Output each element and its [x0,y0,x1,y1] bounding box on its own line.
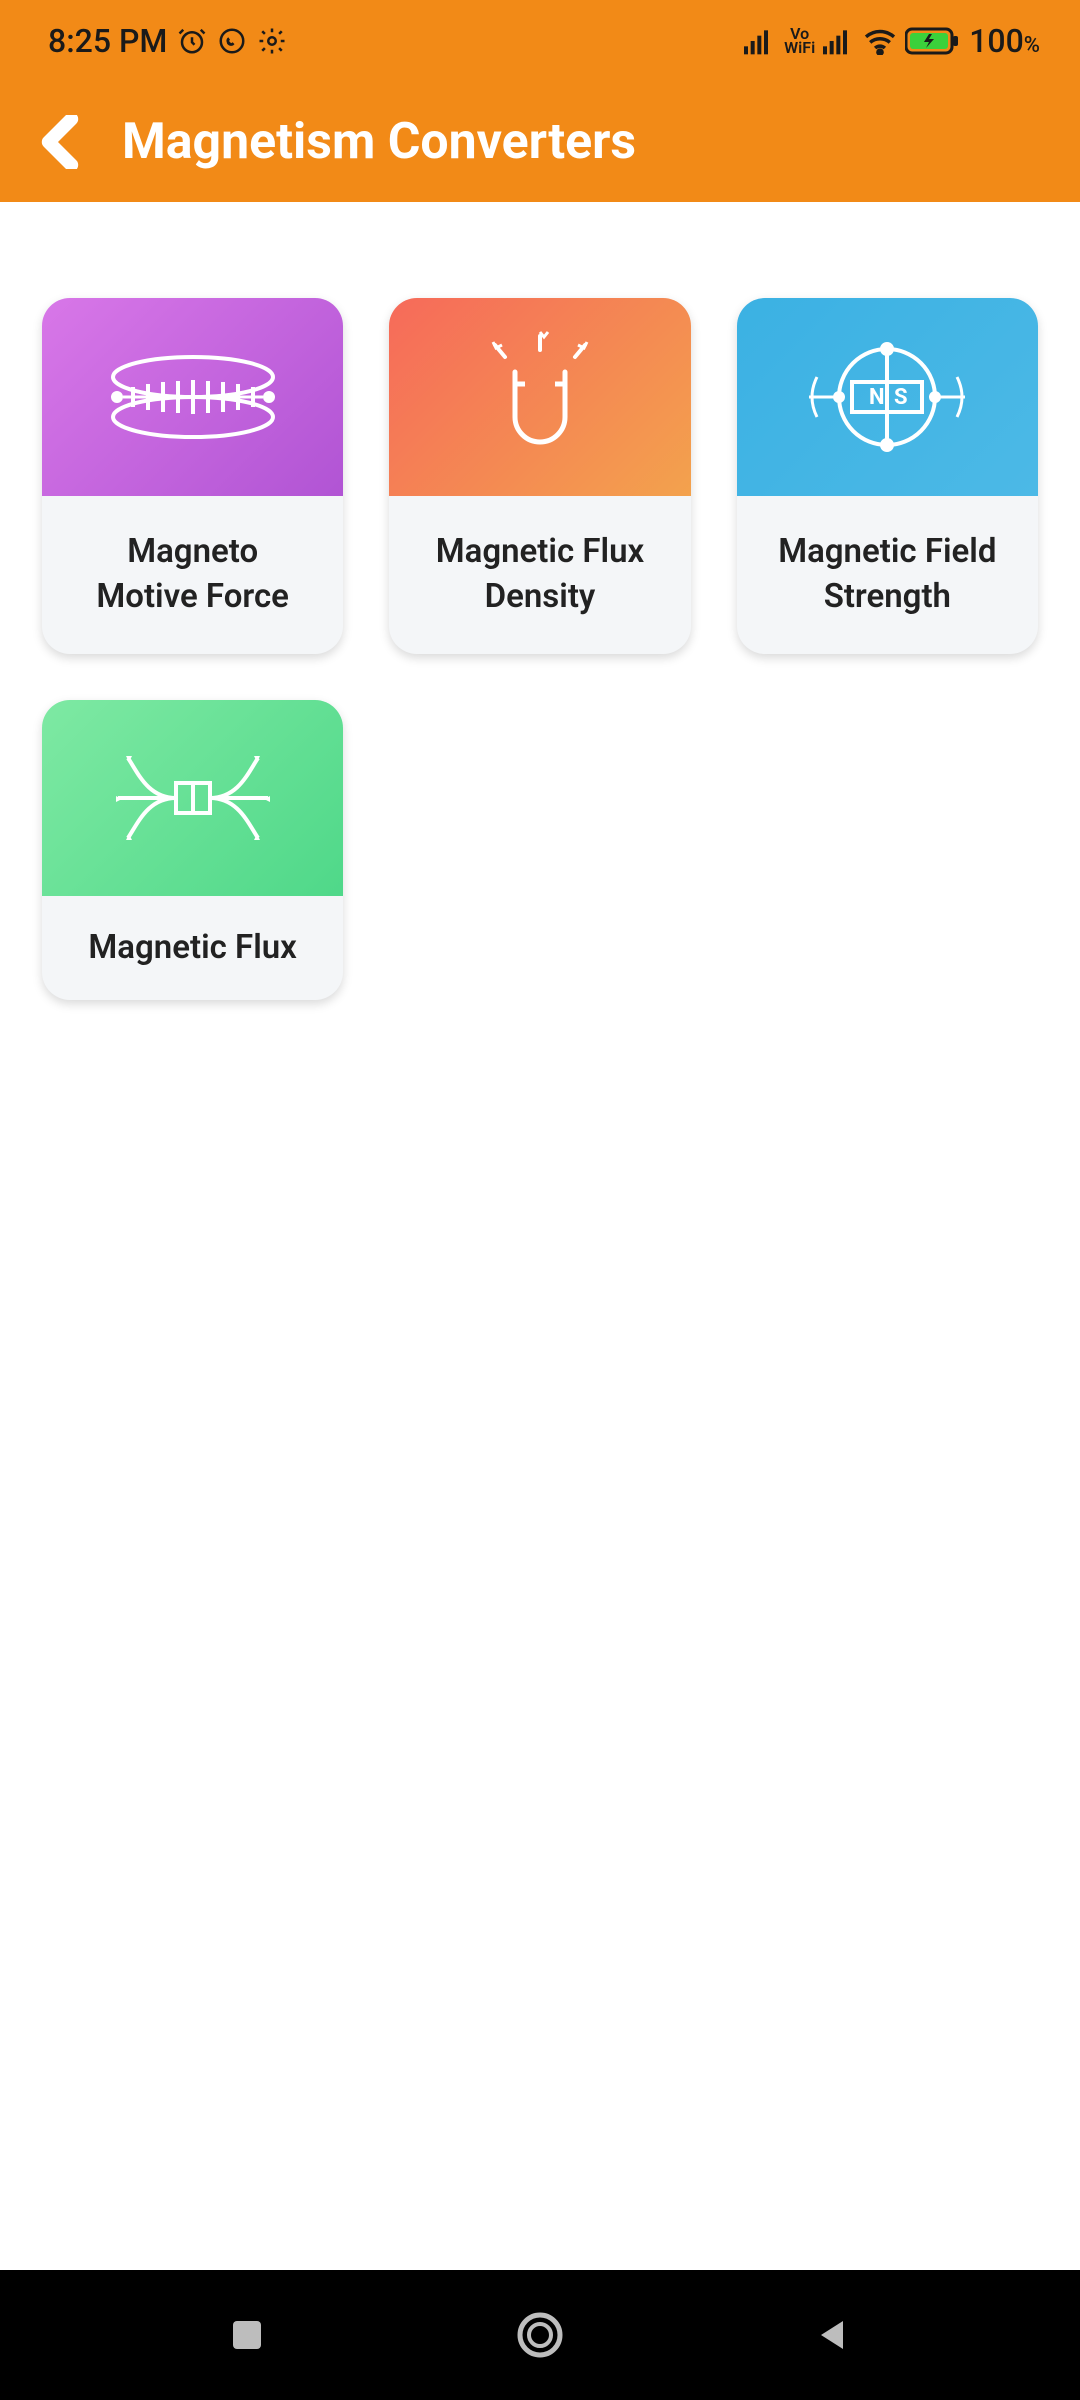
nav-home-button[interactable] [505,2300,575,2370]
card-top [389,298,690,496]
card-magnetic-field-strength[interactable]: N S Magnetic Field Strength [737,298,1038,654]
nav-back-button[interactable] [798,2300,868,2370]
card-label: Magnetic Flux [42,896,343,1000]
status-right: Vo WiFi 100% [744,22,1040,60]
wifi-icon [863,27,897,55]
square-icon [227,2315,267,2355]
battery-suffix: % [1024,33,1040,58]
card-top [42,298,343,496]
flux-lines-icon [98,728,288,868]
card-label: Magnetic Flux Density [389,496,690,654]
card-magnetic-flux-density[interactable]: Magnetic Flux Density [389,298,690,654]
card-grid: Magneto Motive Force Magnetic Flux Densi… [42,298,1038,1000]
system-nav-bar [0,2270,1080,2400]
magnet-icon [465,322,615,472]
card-magneto-motive-force[interactable]: Magneto Motive Force [42,298,343,654]
status-bar: 8:25 PM Vo WiFi [0,0,1080,82]
svg-text:N: N [869,385,885,410]
back-button[interactable] [30,112,90,172]
battery-icon [905,26,961,56]
svg-text:S: S [894,385,908,410]
whatsapp-icon [217,26,247,56]
alarm-icon [177,26,207,56]
nav-recent-button[interactable] [212,2300,282,2370]
content-area: Magneto Motive Force Magnetic Flux Densi… [0,202,1080,2400]
chevron-left-icon [37,115,83,169]
coil-icon [93,332,293,462]
triangle-left-icon [813,2315,853,2355]
battery-value: 100 [969,22,1024,60]
wifi-label: WiFi [784,41,815,55]
battery-percent: 100% [969,22,1040,60]
signal-icon [744,27,776,55]
gear-icon [257,26,287,56]
vowifi-icon: Vo WiFi [784,27,815,56]
card-label: Magnetic Field Strength [737,496,1038,654]
app-bar: Magnetism Converters [0,82,1080,202]
card-top [42,700,343,896]
card-label: Magneto Motive Force [42,496,343,654]
circle-icon [514,2309,566,2361]
card-top: N S [737,298,1038,496]
page-title: Magnetism Converters [122,113,636,171]
status-time: 8:25 PM [48,22,167,60]
status-left: 8:25 PM [48,22,287,60]
ns-field-icon: N S [792,327,982,467]
signal-icon-2 [823,27,855,55]
card-magnetic-flux[interactable]: Magnetic Flux [42,700,343,1000]
